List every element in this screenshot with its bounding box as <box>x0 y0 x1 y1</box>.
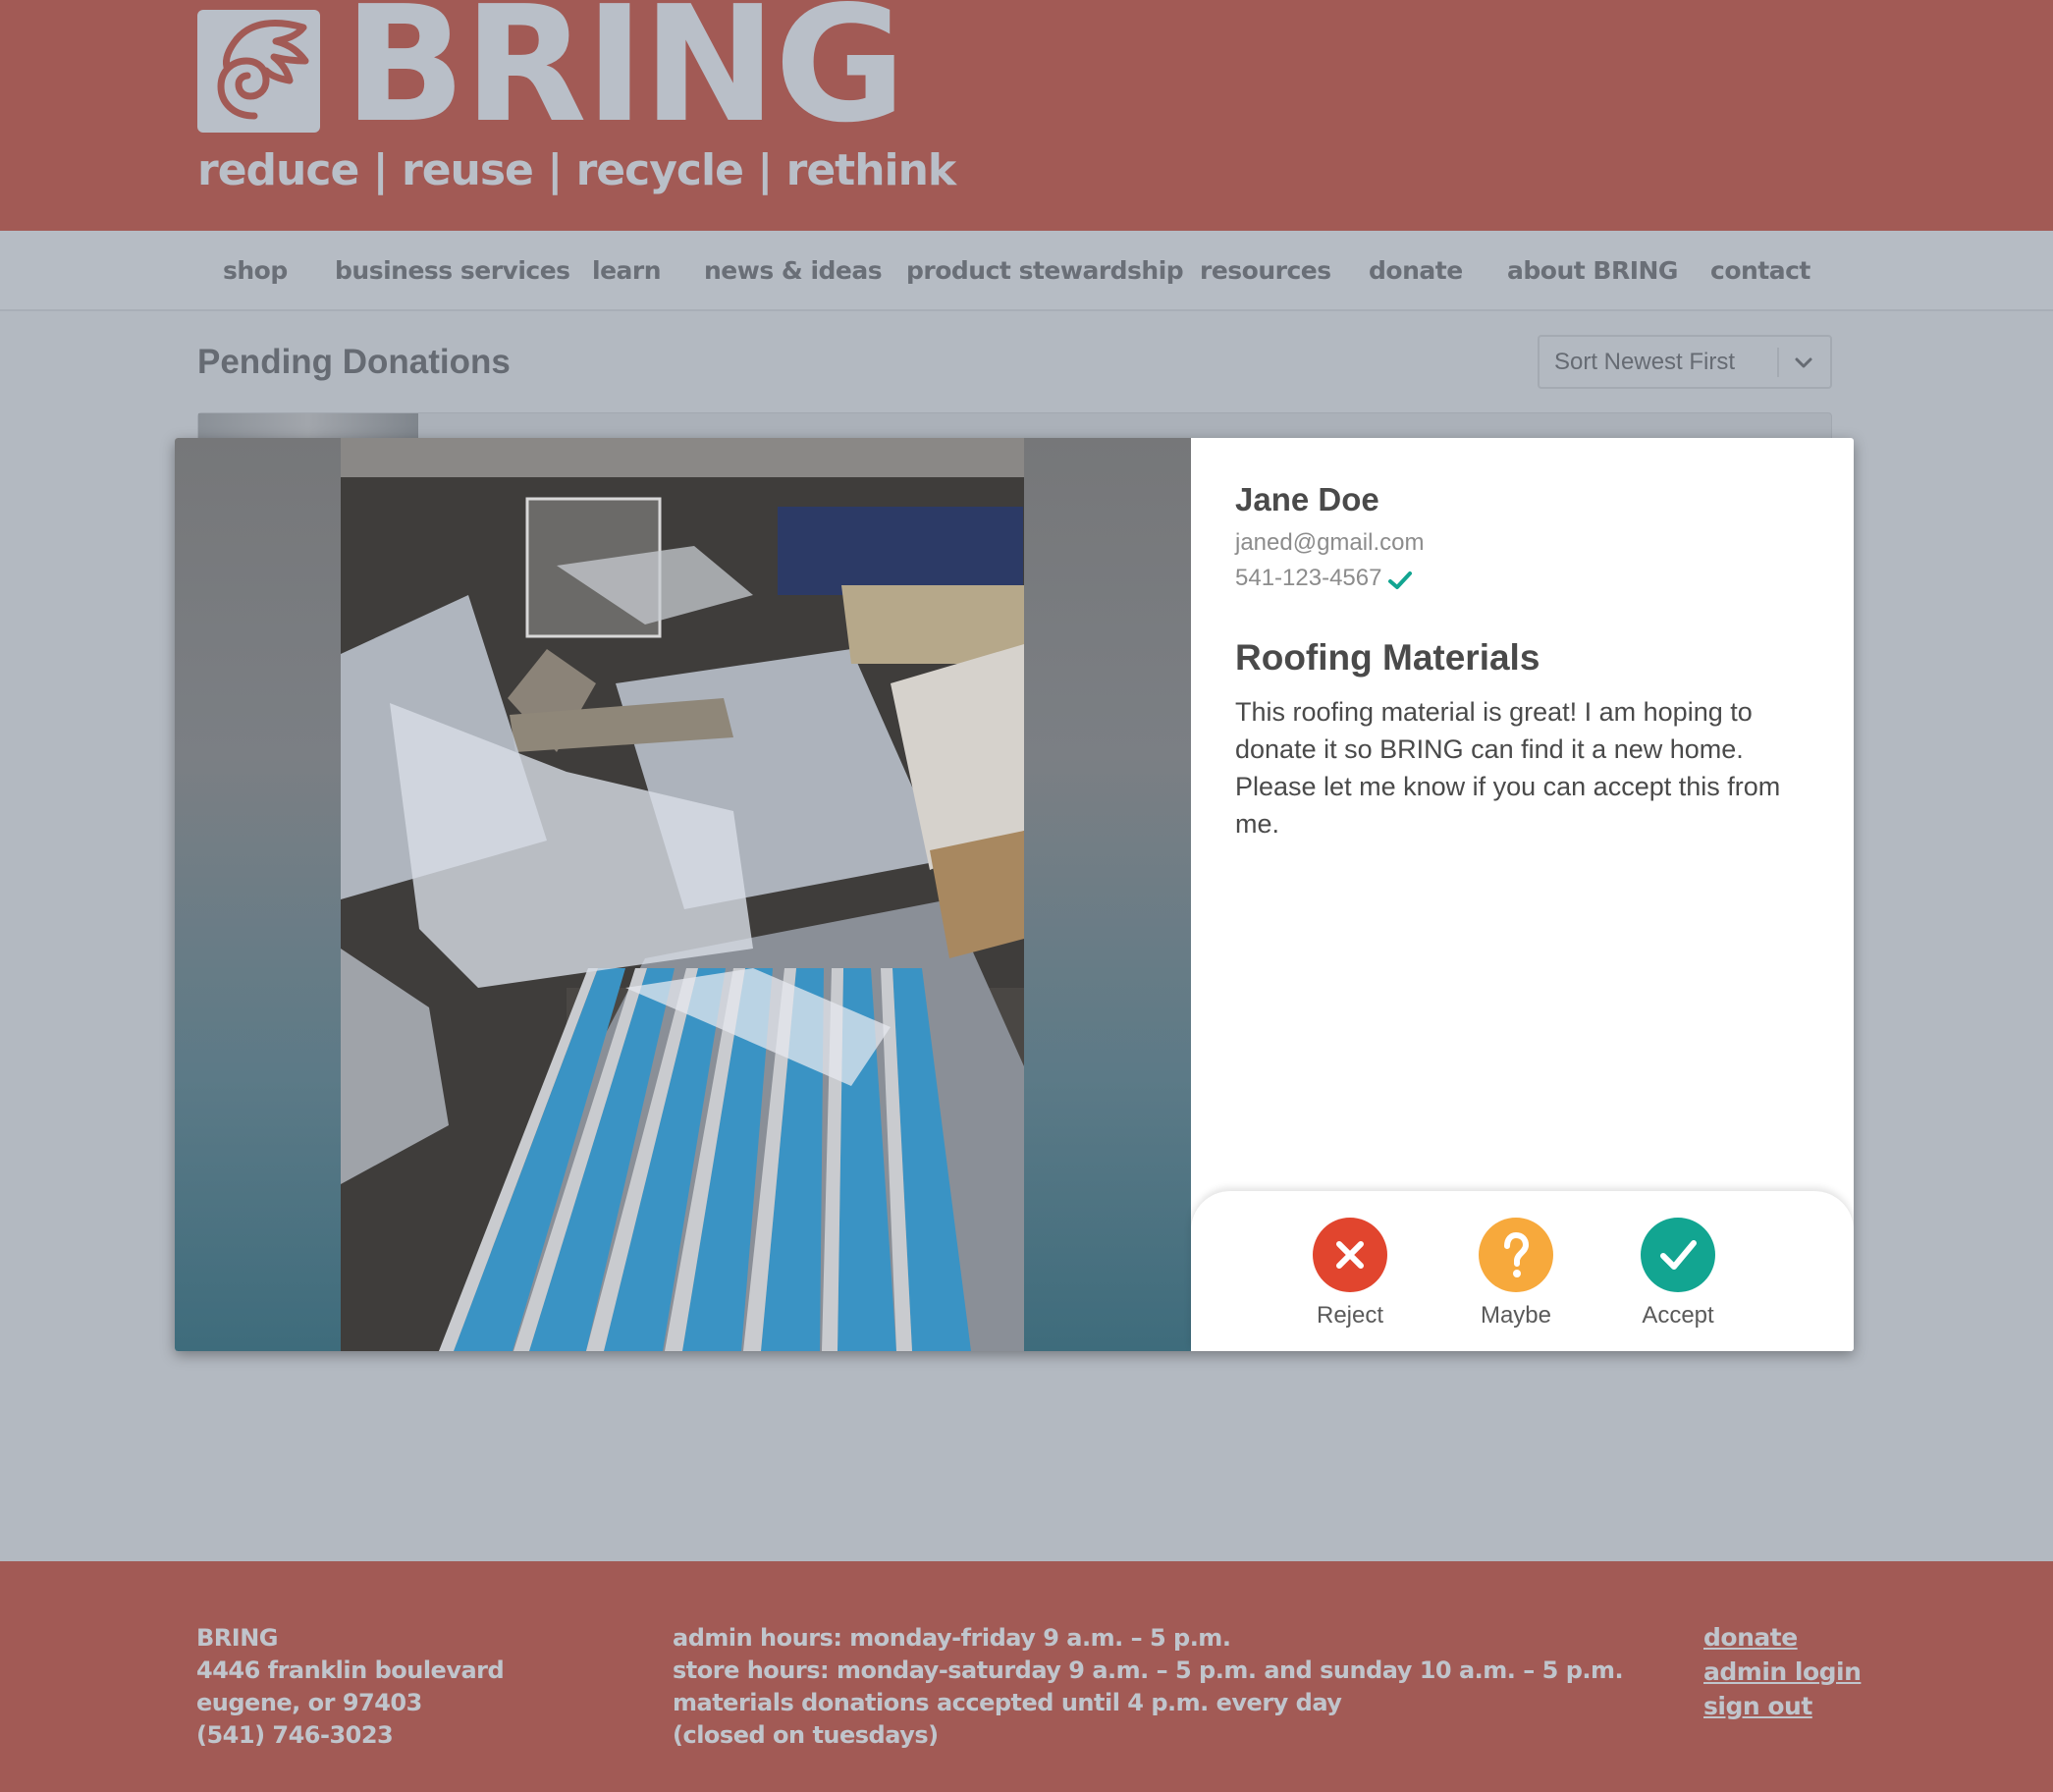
nav-item-about-bring[interactable]: about BRING <box>1507 253 1678 289</box>
donor-email[interactable]: janed@gmail.com <box>1235 528 1424 558</box>
main-nav: shop business services learn news & idea… <box>0 231 2053 311</box>
donation-detail-modal: Jane Doe janed@gmail.com 541-123-4567 Ro… <box>175 438 1854 1351</box>
bring-logo-icon[interactable] <box>197 10 320 133</box>
item-description: This roofing material is great! I am hop… <box>1235 697 1781 839</box>
footer-phone: (541) 746-3023 <box>196 1721 394 1749</box>
reject-label: Reject <box>1316 1302 1384 1329</box>
nav-item-news-ideas[interactable]: news & ideas <box>704 253 883 289</box>
footer-store-hours: store hours: monday-saturday 9 a.m. – 5 … <box>673 1656 1624 1684</box>
donor-name: Jane Doe <box>1235 481 1379 517</box>
decision-action-bar: Reject Maybe Accept <box>1191 1191 1854 1351</box>
maybe-label: Maybe <box>1480 1302 1552 1329</box>
site-header: BRING reduce | reuse | recycle | rethink <box>0 0 2053 231</box>
footer-street: 4446 franklin boulevard <box>196 1656 505 1684</box>
sort-select[interactable]: Sort Newest First <box>1538 335 1832 389</box>
nav-item-donate[interactable]: donate <box>1369 253 1463 289</box>
footer-link-admin-login[interactable]: admin login <box>1703 1655 1862 1689</box>
sort-select-value: Sort Newest First <box>1554 349 1736 375</box>
footer-link-donate[interactable]: donate <box>1703 1620 1861 1655</box>
question-icon <box>1479 1218 1553 1292</box>
nav-item-learn[interactable]: learn <box>592 253 662 289</box>
photo-panel <box>175 438 1191 1351</box>
accept-button[interactable]: Accept <box>1614 1191 1742 1351</box>
footer-city: eugene, or 97403 <box>196 1689 422 1716</box>
footer-hours: admin hours: monday-friday 9 a.m. – 5 p.… <box>673 1622 1624 1752</box>
donation-photo <box>341 438 1024 1351</box>
site-footer: BRING 4446 franklin boulevard eugene, or… <box>0 1561 2053 1792</box>
footer-admin-hours: admin hours: monday-friday 9 a.m. – 5 p.… <box>673 1624 1231 1652</box>
donation-info-panel: Jane Doe janed@gmail.com 541-123-4567 Ro… <box>1191 438 1854 1351</box>
accept-label: Accept <box>1642 1302 1714 1329</box>
nav-item-contact[interactable]: contact <box>1710 253 1810 289</box>
page-title: Pending Donations <box>197 343 511 381</box>
verified-check-icon <box>1388 571 1412 589</box>
chevron-down-icon <box>1795 357 1812 368</box>
reject-button[interactable]: Reject <box>1286 1191 1414 1351</box>
tagline: reduce | reuse | recycle | rethink <box>197 145 956 195</box>
check-icon <box>1641 1218 1715 1292</box>
maybe-button[interactable]: Maybe <box>1452 1191 1580 1351</box>
nav-item-resources[interactable]: resources <box>1200 253 1331 289</box>
footer-donation-hours: materials donations accepted until 4 p.m… <box>673 1689 1342 1716</box>
footer-org-name: BRING <box>196 1624 279 1652</box>
item-title: Roofing Materials <box>1235 637 1540 678</box>
sort-divider <box>1777 348 1779 377</box>
nav-item-shop[interactable]: shop <box>223 253 288 289</box>
donor-phone[interactable]: 541-123-4567 <box>1235 564 1381 593</box>
footer-link-sign-out[interactable]: sign out <box>1703 1689 1861 1723</box>
logo-wordmark: BRING <box>344 0 906 158</box>
footer-address: BRING 4446 franklin boulevard eugene, or… <box>196 1622 505 1752</box>
nav-item-business-services[interactable]: business services <box>335 253 570 289</box>
nav-item-product-stewardship[interactable]: product stewardship <box>906 253 1184 289</box>
footer-links: donate admin login sign out <box>1703 1620 1862 1723</box>
footer-closed-note: (closed on tuesdays) <box>673 1721 939 1749</box>
x-icon <box>1313 1218 1387 1292</box>
